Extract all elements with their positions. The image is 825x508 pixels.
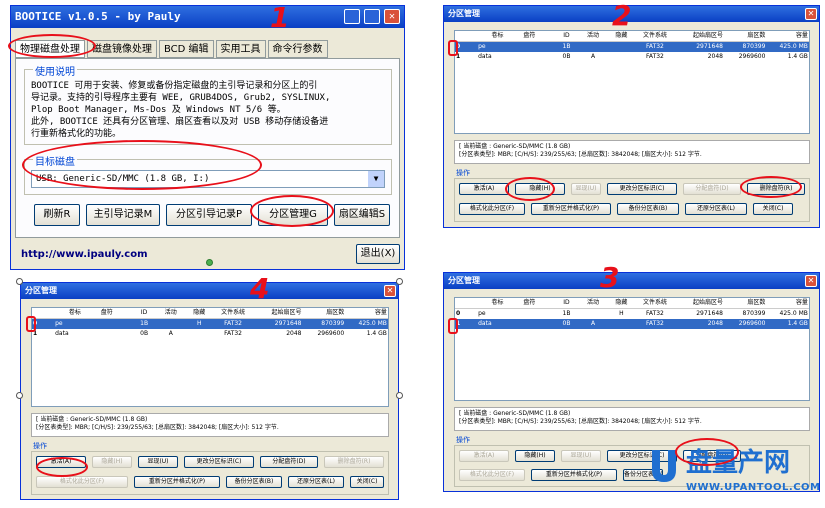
resize-handle[interactable]: [16, 392, 23, 399]
close-icon[interactable]: ✕: [384, 9, 400, 24]
pm4-list-header: 卷标 盘符 ID 活动 隐藏 文件系统 起始扇区号 扇区数 容量: [32, 308, 388, 319]
pm2-list-header: 卷标 盘符 ID 活动 隐藏 文件系统 起始扇区号 扇区数 容量: [455, 31, 809, 42]
backup-table-button[interactable]: 备份分区表(B): [617, 203, 679, 215]
pm4-title-bar[interactable]: 分区管理 ✕: [21, 283, 398, 299]
table-row[interactable]: 1 data 0B A FAT32 2048 2969600 1.4 GB: [455, 319, 809, 329]
bootice-title-bar[interactable]: BOOTICE v1.0.5 - by Pauly ✕: [11, 6, 404, 28]
assign-letter-button[interactable]: 分配盘符(D): [260, 456, 318, 468]
repartition-button[interactable]: 重新分区并格式化(P): [531, 469, 617, 481]
circle-row-1-p3: [448, 318, 458, 334]
format-partition-button[interactable]: 格式化此分区(F): [36, 476, 128, 488]
close-icon[interactable]: ✕: [384, 285, 396, 297]
close-icon[interactable]: ✕: [805, 275, 817, 287]
maximize-icon[interactable]: [364, 9, 380, 24]
pm3-ops-label: 操作: [456, 436, 470, 444]
sector-edit-button[interactable]: 扇区编辑S: [334, 204, 390, 226]
usage-title: 使用说明: [33, 63, 77, 78]
usage-group: 使用说明 BOOTICE 可用于安装、修复或备份指定磁盘的主引导记录和分区上的引…: [24, 63, 392, 145]
circle-hide-p2: [505, 177, 555, 201]
unhide-button[interactable]: 显现(U): [561, 450, 601, 462]
table-row[interactable]: 0 pe 1B H FAT32 2971648 870399 425.0 MB: [455, 309, 809, 319]
activate-button[interactable]: 激活(A): [459, 183, 509, 195]
tab-utilities[interactable]: 实用工具: [215, 40, 266, 58]
annotation-number-2: 2: [612, 0, 632, 32]
circle-assign-letter-p3: [675, 438, 739, 466]
tab-bcd-edit[interactable]: BCD 编辑: [159, 40, 214, 58]
pm3-partition-list: 卷标 盘符 ID 活动 隐藏 文件系统 起始扇区号 扇区数 容量 0 pe 1B H FAT32 297…: [454, 297, 810, 401]
circle-partition-manage: [250, 195, 334, 227]
hide-button[interactable]: 隐藏(H): [515, 450, 555, 462]
exit-button[interactable]: 退出(X): [356, 244, 400, 264]
action-buttons: 刷新R 主引导记录M 分区引导记录P 分区管理G 扇区编辑S: [24, 204, 392, 226]
pm4-ops-label: 操作: [33, 442, 47, 450]
restore-table-button[interactable]: 还原分区表(L): [288, 476, 344, 488]
circle-row-0-p4: [26, 316, 36, 332]
bootice-title: BOOTICE v1.0.5 - by Pauly: [15, 10, 181, 23]
change-id-button[interactable]: 更改分区标识(C): [184, 456, 254, 468]
table-row[interactable]: 1 data 0B A FAT32 2048 2969600 1.4 GB: [32, 329, 388, 339]
pm2-title: 分区管理: [448, 9, 480, 18]
pm3-title-bar[interactable]: 分区管理 ✕: [444, 273, 819, 289]
table-row[interactable]: 1 data 0B A FAT32 2048 2969600 1.4 GB: [455, 52, 809, 62]
circle-tab-physical: [8, 34, 96, 58]
pm4-partition-list: 卷标 盘符 ID 活动 隐藏 文件系统 起始扇区号 扇区数 容量 0 pe 1B H FAT32 297…: [31, 307, 389, 407]
watermark-url: WWW.UPANTOOL.COM: [686, 482, 821, 493]
pm2-ops-label: 操作: [456, 169, 470, 177]
format-partition-button[interactable]: 格式化此分区(F): [459, 469, 525, 481]
format-partition-button[interactable]: 格式化此分区(F): [459, 203, 525, 215]
pm4-disk-info: [ 当前磁盘 : Generic-SD/MMC (1.8 GB) [分区表类型]…: [31, 413, 389, 437]
website-link[interactable]: http://www.ipauly.com: [21, 249, 148, 260]
table-row[interactable]: 0 pe 1B FAT32 2971648 870399 425.0 MB: [455, 42, 809, 52]
unhide-button[interactable]: 显现(U): [138, 456, 178, 468]
pm4-title: 分区管理: [25, 286, 57, 295]
annotation-number-3: 3: [600, 261, 620, 294]
tab-disk-image[interactable]: 磁盘镜像处理: [87, 40, 157, 58]
tab-cmdline[interactable]: 命令行参数: [267, 40, 328, 58]
circle-row-0-p2: [448, 40, 458, 56]
pm2-partition-list: 卷标 盘符 ID 活动 隐藏 文件系统 起始扇区号 扇区数 容量 0 pe 1B FAT32 2971…: [454, 30, 810, 134]
close-icon[interactable]: ✕: [805, 8, 817, 20]
pm4-ops-group: 激活(A) 隐藏(H) 显现(U) 更改分区标识(C) 分配盘符(D) 删除盘符…: [31, 451, 389, 495]
resize-handle[interactable]: [206, 259, 213, 266]
circle-activate-p4: [36, 457, 88, 477]
change-id-button[interactable]: 更改分区标识(C): [607, 183, 677, 195]
remove-letter-button[interactable]: 删除盘符(R): [324, 456, 384, 468]
resize-handle[interactable]: [16, 278, 23, 285]
unhide-button[interactable]: 显现(U): [571, 183, 601, 195]
activate-button[interactable]: 激活(A): [459, 450, 509, 462]
usage-text: BOOTICE 可用于安装、修复或备份指定磁盘的主引导记录和分区上的引 导记录。…: [31, 81, 331, 139]
pm2-title-bar[interactable]: 分区管理 ✕: [444, 6, 819, 22]
repartition-button[interactable]: 重新分区并格式化(P): [134, 476, 220, 488]
assign-letter-button[interactable]: 分配盘符(D): [683, 183, 741, 195]
repartition-button[interactable]: 重新分区并格式化(P): [531, 203, 611, 215]
chevron-down-icon[interactable]: ▼: [368, 171, 384, 187]
circle-remove-letter-p2: [740, 176, 802, 198]
pm3-disk-info: [ 当前磁盘 : Generic-SD/MMC (1.8 GB) [分区表类型]…: [454, 407, 810, 431]
close-button[interactable]: 关闭(C): [753, 203, 793, 215]
close-button[interactable]: 关闭(C): [350, 476, 384, 488]
circle-target-disk: [22, 140, 262, 190]
mbr-button[interactable]: 主引导记录M: [86, 204, 160, 226]
pm3-list-header: 卷标 盘符 ID 活动 隐藏 文件系统 起始扇区号 扇区数 容量: [455, 298, 809, 309]
refresh-button[interactable]: 刷新R: [34, 204, 80, 226]
pm3-title: 分区管理: [448, 276, 480, 285]
annotation-number-4: 4: [250, 272, 270, 305]
resize-handle[interactable]: [396, 392, 403, 399]
backup-table-button[interactable]: 备份分区表(B): [226, 476, 282, 488]
pbr-button[interactable]: 分区引导记录P: [166, 204, 252, 226]
minimize-icon[interactable]: [344, 9, 360, 24]
pm2-disk-info: [ 当前磁盘 : Generic-SD/MMC (1.8 GB) [分区表类型]…: [454, 140, 810, 164]
restore-table-button[interactable]: 还原分区表(L): [685, 203, 747, 215]
hide-button[interactable]: 隐藏(H): [92, 456, 132, 468]
table-row[interactable]: 0 pe 1B H FAT32 2971648 870399 425.0 MB: [32, 319, 388, 329]
resize-handle[interactable]: [396, 278, 403, 285]
annotation-number-1: 1: [270, 1, 290, 34]
